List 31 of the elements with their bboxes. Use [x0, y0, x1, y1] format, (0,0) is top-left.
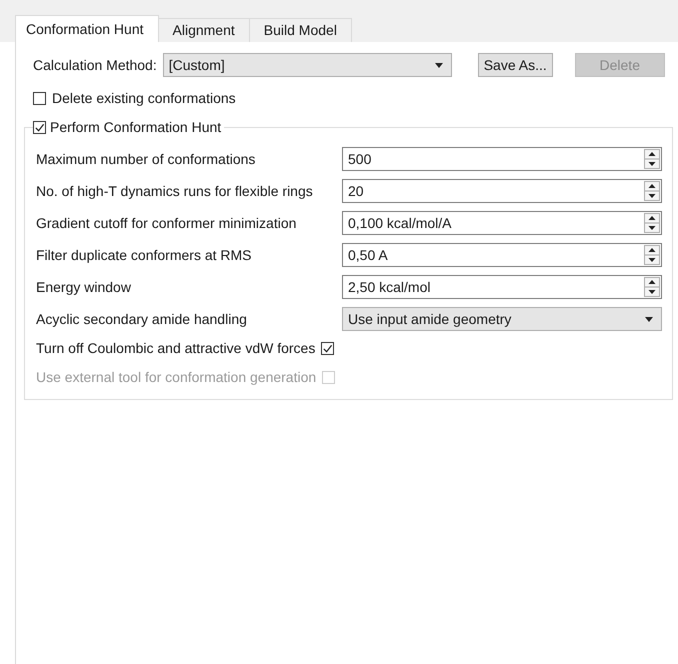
field-label: Gradient cutoff for conformer minimization [36, 215, 298, 231]
checkbox[interactable] [33, 120, 46, 134]
calculation-method-dropdown[interactable]: [Custom] [162, 53, 452, 77]
caret-icon [645, 316, 653, 322]
field-label: Maximum number of conformations [36, 151, 256, 167]
checkbox-label: Use external tool for conformation generation [36, 369, 316, 385]
action-button[interactable]: Save As... [478, 53, 553, 77]
field-label: Acyclic secondary amide handling [36, 311, 248, 327]
checkbox-label: Delete existing conformations [52, 90, 236, 106]
dropdown[interactable]: Use input amide geometry [342, 307, 662, 331]
field-label: No. of high-T dynamics runs for flexible rings [36, 183, 314, 199]
checkbox[interactable] [321, 342, 334, 354]
field-label: Energy window [36, 279, 132, 295]
spin-field[interactable]: 0,50 A [342, 243, 662, 267]
tab[interactable]: Conformation Hunt [15, 15, 159, 42]
spin-button[interactable] [644, 149, 660, 169]
spin-field[interactable]: 500 [342, 147, 662, 171]
spin-button[interactable] [644, 245, 660, 265]
spin-button[interactable] [644, 181, 660, 201]
field-label: Filter duplicate conformers at RMS [36, 247, 253, 263]
tab[interactable]: Build Model [248, 18, 352, 42]
spin-field[interactable]: 0,100 kcal/mol/A [342, 211, 662, 235]
spin-field[interactable]: 2,50 kcal/mol [342, 275, 662, 299]
field-label: Calculation Method: [33, 57, 157, 73]
checkbox[interactable] [33, 92, 46, 104]
checkbox-label: Turn off Coulombic and attractive vdW forces [36, 340, 316, 356]
spin-field[interactable]: 20 [342, 179, 662, 203]
spin-button[interactable] [644, 277, 660, 297]
spin-button[interactable] [644, 213, 660, 233]
checkbox-label: Perform Conformation Hunt [50, 119, 222, 135]
caret-icon [434, 62, 443, 68]
